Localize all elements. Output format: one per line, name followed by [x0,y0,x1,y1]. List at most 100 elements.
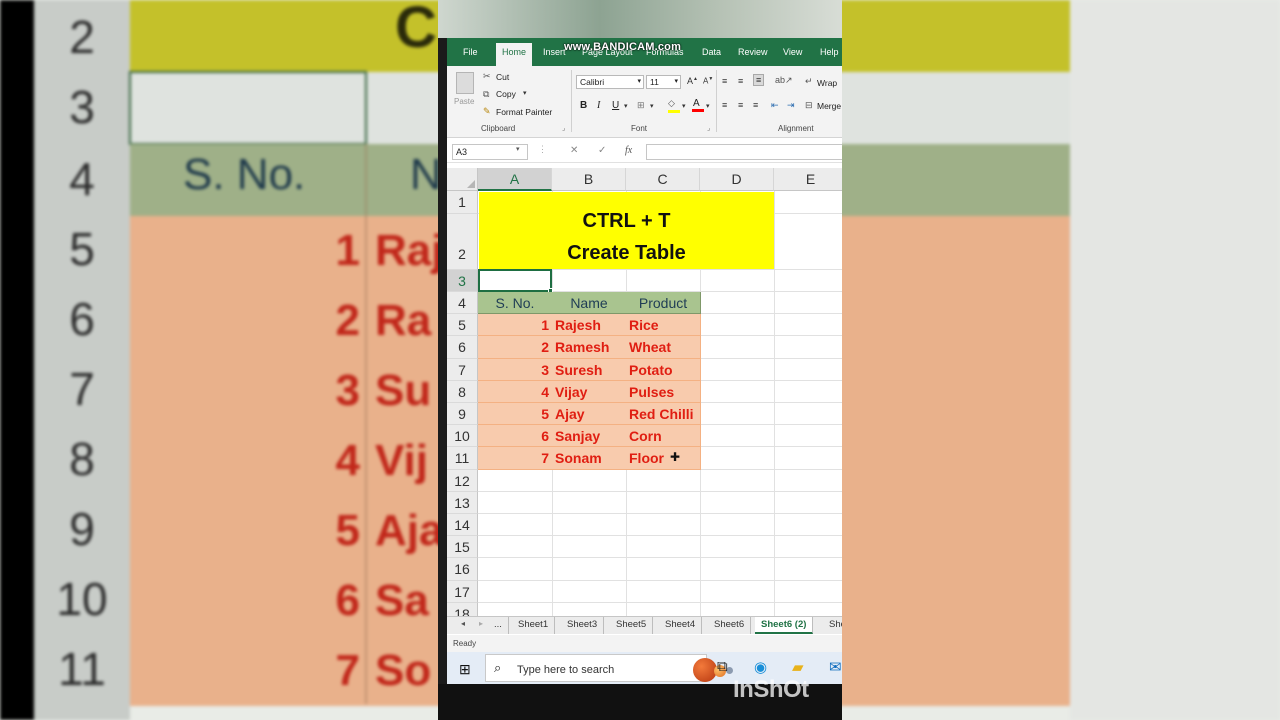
row-header-11[interactable]: 11 [447,447,478,470]
decrease-indent-icon[interactable]: ⇤ [771,100,779,111]
wrap-text-button[interactable]: Wrap [817,78,837,88]
sheet-tab[interactable]: Sheet6 [708,617,752,634]
underline-button[interactable]: U [612,100,619,111]
paste-icon[interactable] [456,72,474,94]
dialog-launcher-icon[interactable]: ⌟ [707,124,710,132]
align-bottom-icon[interactable]: ≡ [753,74,765,86]
align-right-icon[interactable]: ≡ [753,100,758,110]
tab-review[interactable]: Review [738,47,768,57]
tab-data[interactable]: Data [702,47,721,57]
borders-icon[interactable]: ⊞ [637,100,645,111]
cancel-icon[interactable]: ✕ [570,145,578,156]
enter-icon[interactable]: ✓ [598,145,606,156]
table-cell-product[interactable]: Red Chilli [626,403,701,425]
table-cell-sno[interactable]: 6 [478,425,553,447]
sheet-tab[interactable]: Sheet5 [610,617,654,634]
row-header-16[interactable]: 16 [447,558,478,581]
insert-function-icon[interactable]: fx [625,145,632,156]
row-header-14[interactable]: 14 [447,514,478,536]
table-cell-product[interactable]: Pulses [626,381,701,403]
increase-font-icon[interactable]: A▲ [687,76,698,86]
sheet-tab-more[interactable]: ... [488,617,509,634]
edge-browser-icon[interactable]: ◉ [754,658,767,676]
table-cell-product[interactable]: Wheat [626,336,701,359]
table-cell-name[interactable]: Vijay [552,381,627,403]
scroll-right-icon[interactable]: ▸ [479,619,483,628]
table-cell-product[interactable]: Rice [626,314,701,336]
row-header-4[interactable]: 4 [447,292,478,314]
active-cell-a3[interactable] [478,269,552,292]
chevron-down-icon[interactable]: ▾ [682,102,686,110]
tab-home[interactable]: Home [496,43,533,66]
chevron-down-icon[interactable]: ▾ [523,89,527,97]
row-header-1[interactable]: 1 [447,191,478,214]
table-cell-name[interactable]: Ajay [552,403,627,425]
row-header-6[interactable]: 6 [447,336,478,359]
font-color-icon[interactable]: A [692,98,704,112]
row-header-17[interactable]: 17 [447,581,478,603]
merge-button[interactable]: Merge [817,101,841,111]
font-name-select[interactable]: Calibri ▾ [576,75,644,89]
sheet-tab[interactable]: She [823,617,842,634]
table-cell-name[interactable]: Sanjay [552,425,627,447]
table-cell-sno[interactable]: 2 [478,336,553,359]
column-header-b[interactable]: B [552,168,626,191]
format-painter-button[interactable]: Format Painter [496,107,552,117]
table-header-name[interactable]: Name [552,292,627,314]
sheet-tab[interactable]: Sheet4 [659,617,703,634]
tab-help[interactable]: Help [820,47,839,57]
align-top-icon[interactable]: ≡ [722,76,727,86]
decrease-font-icon[interactable]: A▼ [703,76,713,86]
chevron-down-icon[interactable]: ▾ [624,102,628,110]
chevron-down-icon[interactable]: ▾ [516,145,520,153]
column-header-a[interactable]: A [478,168,552,191]
increase-indent-icon[interactable]: ⇥ [787,100,795,111]
sheet-tab[interactable]: Sheet3 [561,617,605,634]
merged-title-cell[interactable]: CTRL + T Create Table [479,192,774,269]
copy-button[interactable]: Copy [496,89,516,99]
table-cell-sno[interactable]: 7 [478,447,553,470]
sheet-tab-active[interactable]: Sheet6 (2) [755,617,814,634]
taskbar-search-box[interactable]: ⌕ Type here to search [485,654,733,682]
table-header-product[interactable]: Product [626,292,701,314]
fill-color-icon[interactable]: ◇ [668,98,680,113]
chevron-down-icon[interactable]: ▾ [650,102,654,110]
table-cell-product[interactable]: Potato [626,359,701,381]
italic-button[interactable]: I [597,100,600,111]
table-cell-name[interactable]: Ramesh [552,336,627,359]
paste-button[interactable]: Paste [454,97,474,106]
table-cell-sno[interactable]: 4 [478,381,553,403]
table-header-sno[interactable]: S. No. [478,292,553,314]
row-header-8[interactable]: 8 [447,381,478,403]
select-all-corner[interactable] [447,168,478,191]
row-header-13[interactable]: 13 [447,492,478,514]
table-cell-name[interactable]: Rajesh [552,314,627,336]
formula-input[interactable] [646,144,842,160]
align-middle-icon[interactable]: ≡ [738,76,743,86]
column-header-d[interactable]: D [700,168,774,191]
row-header-12[interactable]: 12 [447,470,478,492]
row-header-9[interactable]: 9 [447,403,478,425]
cut-button[interactable]: Cut [496,72,509,82]
tab-insert[interactable]: Insert [543,47,566,57]
dialog-launcher-icon[interactable]: ⌟ [562,124,565,132]
bold-button[interactable]: B [580,100,587,111]
column-header-c[interactable]: C [626,168,700,191]
scroll-left-icon[interactable]: ◂ [461,619,465,628]
row-header-10[interactable]: 10 [447,425,478,447]
tab-view[interactable]: View [783,47,802,57]
column-header-e[interactable]: E [774,168,842,191]
row-header-3[interactable]: 3 [447,270,478,292]
row-header-15[interactable]: 15 [447,536,478,558]
row-header-2[interactable]: 2 [447,214,478,270]
table-cell-product[interactable]: Corn [626,425,701,447]
chevron-down-icon[interactable]: ▾ [706,102,710,110]
sheet-tab[interactable]: Sheet1 [512,617,556,634]
orientation-icon[interactable]: ab↗ [775,75,793,86]
align-center-icon[interactable]: ≡ [738,100,743,110]
font-size-select[interactable]: 11 ▾ [646,75,681,89]
row-header-7[interactable]: 7 [447,359,478,381]
align-left-icon[interactable]: ≡ [722,100,727,110]
table-cell-sno[interactable]: 1 [478,314,553,336]
mail-icon[interactable]: ✉ [829,658,842,676]
